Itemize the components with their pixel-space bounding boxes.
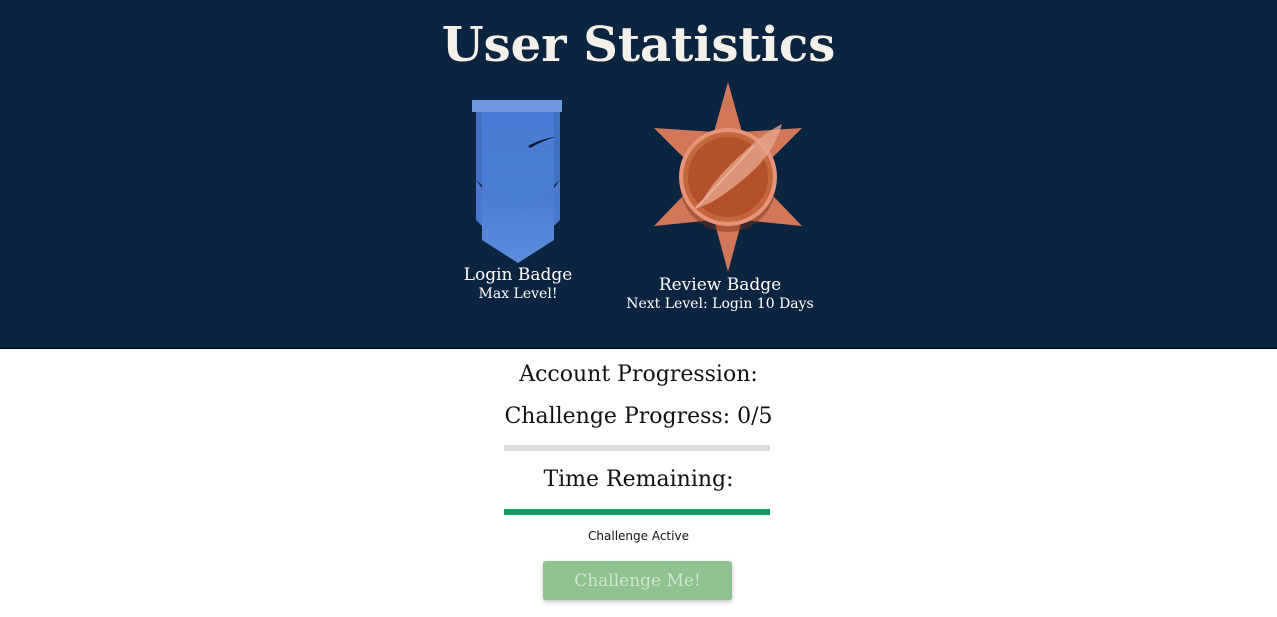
banner-icon: [472, 100, 562, 263]
quill-star-icon: [654, 82, 802, 272]
account-progression-heading: Account Progression:: [519, 362, 758, 387]
progression-panel: Account Progression: Challenge Progress:…: [0, 349, 1277, 617]
time-remaining-label: Time Remaining:: [543, 467, 734, 492]
challenge-me-button[interactable]: Challenge Me!: [543, 561, 732, 600]
badge-name: Review Badge: [658, 275, 782, 295]
badge-status: Next Level: Login 10 Days: [626, 296, 814, 312]
challenge-progress-label: Challenge Progress: 0/5: [504, 404, 773, 429]
page-title: User Statistics: [441, 17, 836, 73]
time-remaining-fill: [504, 509, 770, 515]
challenge-status: Challenge Active: [588, 529, 689, 543]
stats-header: User Statistics Login Badge Max Level! R…: [0, 0, 1277, 349]
badge-status: Max Level!: [478, 286, 558, 302]
time-remaining-bar: [504, 509, 770, 515]
badge-name: Login Badge: [463, 265, 573, 285]
challenge-progress-bar: [504, 445, 770, 451]
login-badge: Login Badge Max Level!: [438, 80, 598, 303]
review-badge: Review Badge Next Level: Login 10 Days: [620, 80, 820, 313]
